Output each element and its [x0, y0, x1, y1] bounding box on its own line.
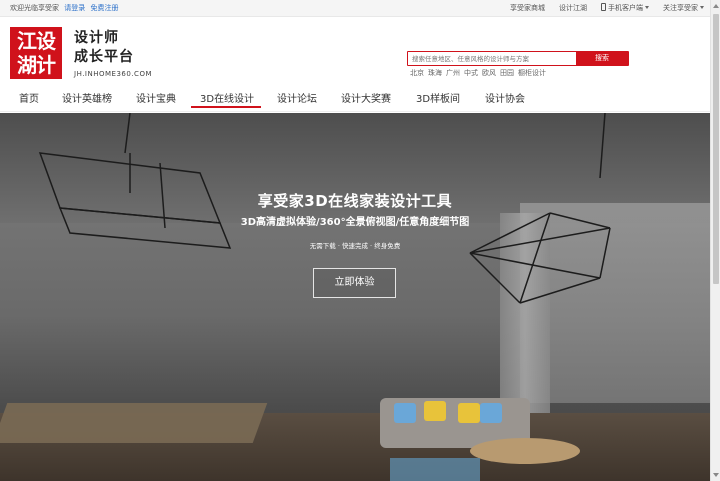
hero-banner: 享受家3D在线家装设计工具 3D高清虚拟体验/360°全景俯视图/任意角度细节图…: [0, 113, 710, 481]
hot-keyword[interactable]: 北京: [410, 68, 424, 78]
nav-item-award[interactable]: 设计大奖赛: [341, 90, 391, 105]
active-tab-indicator: [191, 106, 261, 108]
hot-keyword[interactable]: 珠海: [428, 68, 442, 78]
main-nav: 首页 设计英雄榜 设计宝典 3D在线设计 设计论坛 设计大奖赛 3D样板间 设计…: [0, 85, 710, 112]
phone-icon: [601, 3, 606, 11]
logo-badge[interactable]: 江设 湖计: [10, 27, 62, 79]
hot-keyword[interactable]: 田园: [500, 68, 514, 78]
login-link[interactable]: 请登录: [64, 4, 85, 12]
logo-badge-line1: 江设: [17, 29, 56, 53]
hot-keyword[interactable]: 中式: [464, 68, 478, 78]
search-box: 搜索: [407, 51, 629, 66]
follow-label: 关注享受家: [663, 4, 698, 12]
hot-keywords: 北京 珠海 广州 中式 欧风 田园 橱柜设计: [410, 68, 546, 78]
design-jianghu-link[interactable]: 设计江湖: [559, 0, 587, 17]
try-now-button[interactable]: 立即体验: [313, 268, 396, 298]
nav-item-3d-showroom[interactable]: 3D样板间: [416, 90, 460, 105]
logo-url: JH.INHOME360.COM: [74, 70, 152, 78]
logo-line-2: 成长平台: [74, 49, 134, 65]
hero-title: 享受家3D在线家装设计工具: [257, 192, 453, 210]
welcome-area: 欢迎光临享受家 请登录 免费注册: [10, 0, 118, 17]
hero-tagline: 无需下载 · 快速完成 · 终身免费: [309, 242, 401, 250]
register-link[interactable]: 免费注册: [90, 4, 118, 12]
nav-item-forum[interactable]: 设计论坛: [277, 90, 317, 105]
search-button[interactable]: 搜索: [576, 52, 628, 65]
mobile-client-link[interactable]: 手机客户端: [601, 0, 649, 17]
nav-item-association[interactable]: 设计协会: [485, 90, 525, 105]
scroll-down-arrow-icon[interactable]: [713, 473, 719, 477]
scroll-up-arrow-icon[interactable]: [713, 4, 719, 8]
mall-link[interactable]: 享受家商城: [510, 0, 545, 17]
mobile-client-label: 手机客户端: [608, 4, 643, 12]
search-input[interactable]: [408, 52, 578, 65]
nav-item-home[interactable]: 首页: [19, 90, 39, 105]
logo-line-1: 设计师: [74, 30, 119, 46]
nav-item-hero-rank[interactable]: 设计英雄榜: [62, 90, 112, 105]
hot-keyword[interactable]: 广州: [446, 68, 460, 78]
site-header: 江设 湖计 设计师 成长平台 JH.INHOME360.COM 搜索 北京 珠海…: [0, 17, 710, 85]
hot-keyword[interactable]: 欧风: [482, 68, 496, 78]
top-utility-bar: 欢迎光临享受家 请登录 免费注册 享受家商城 设计江湖 手机客户端 关注享受家: [0, 0, 710, 17]
logo-badge-line2: 湖计: [17, 53, 56, 77]
hero-subtitle: 3D高清虚拟体验/360°全景俯视图/任意角度细节图: [240, 217, 470, 228]
scroll-thumb[interactable]: [713, 14, 719, 284]
hot-keyword[interactable]: 橱柜设计: [518, 68, 546, 78]
nav-item-design-guide[interactable]: 设计宝典: [136, 90, 176, 105]
top-links: 享受家商城 设计江湖 手机客户端 关注享受家: [510, 0, 704, 17]
page-scrollbar[interactable]: [710, 0, 720, 481]
nav-item-3d-online[interactable]: 3D在线设计: [200, 90, 254, 105]
chevron-down-icon: [645, 6, 649, 9]
welcome-text: 欢迎光临享受家: [10, 4, 59, 12]
follow-link[interactable]: 关注享受家: [663, 0, 704, 17]
logo-text[interactable]: 设计师 成长平台 JH.INHOME360.COM: [74, 29, 152, 78]
chevron-down-icon: [700, 6, 704, 9]
